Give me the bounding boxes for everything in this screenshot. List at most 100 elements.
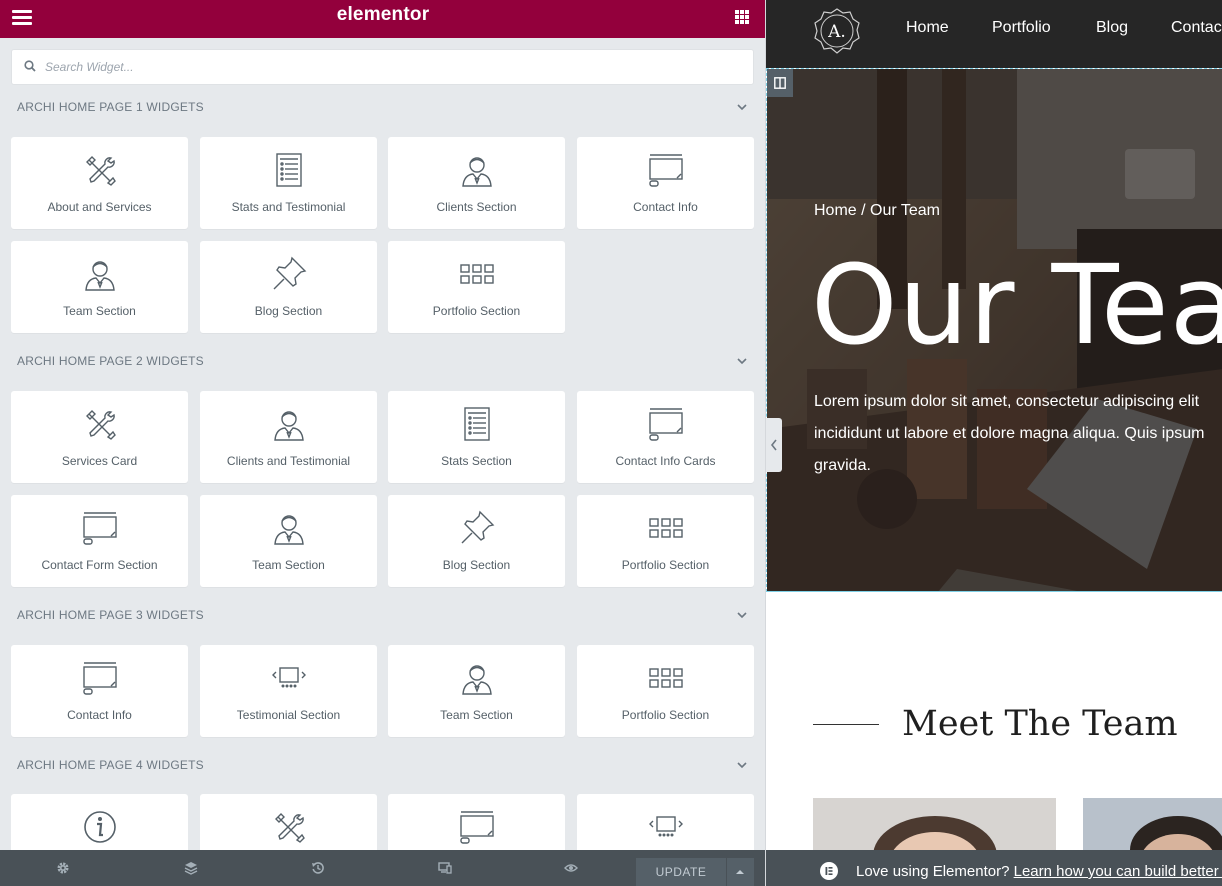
panel-header: elementor bbox=[0, 0, 765, 38]
columns-icon bbox=[774, 77, 786, 89]
person-icon bbox=[270, 405, 308, 443]
widget-label: Contact Info bbox=[67, 708, 132, 722]
person-icon bbox=[270, 509, 308, 547]
search-box bbox=[11, 49, 754, 85]
widget-tile[interactable]: Portfolio Section bbox=[388, 241, 565, 333]
team-member-photo bbox=[1083, 798, 1222, 858]
widget-label: Contact Info Cards bbox=[615, 454, 716, 468]
history-button[interactable] bbox=[255, 850, 381, 886]
settings-button[interactable] bbox=[0, 850, 126, 886]
section-title: Meet The Team bbox=[902, 704, 1178, 744]
devices-icon bbox=[438, 862, 452, 874]
hero-section[interactable]: Home / Our Team Our Team Lorem ipsum dol… bbox=[766, 68, 1222, 592]
notice-link[interactable]: Learn how you can build better s bbox=[1014, 863, 1222, 880]
widget-tile[interactable]: Contact Info Cards bbox=[577, 391, 754, 483]
widget-tile[interactable]: Clients and Testimonial bbox=[200, 391, 377, 483]
update-button[interactable]: UPDATE bbox=[636, 858, 726, 886]
hero-text-line: incididunt ut labore et dolore magna ali… bbox=[814, 425, 1205, 442]
widget-label: Portfolio Section bbox=[621, 708, 710, 722]
form-icon bbox=[458, 808, 496, 846]
heading-divider bbox=[813, 724, 879, 725]
category-title[interactable]: ARCHI HOME PAGE 4 WIDGETS bbox=[17, 758, 204, 772]
chevron-down-icon[interactable] bbox=[736, 356, 748, 366]
widget-label: Stats Section bbox=[441, 454, 512, 468]
form-icon bbox=[81, 659, 119, 697]
widget-tile[interactable]: Contact Info bbox=[11, 645, 188, 737]
widget-label: Contact Info bbox=[633, 200, 698, 214]
tools-icon bbox=[81, 405, 119, 443]
person-icon bbox=[81, 255, 119, 293]
widget-tile[interactable]: Portfolio Section bbox=[577, 645, 754, 737]
widget-label: Blog Section bbox=[254, 304, 323, 318]
site-logo-text: A. bbox=[827, 22, 846, 42]
page-preview: A. Home Portfolio Blog Contact Home / Ou… bbox=[766, 0, 1222, 886]
update-options-button[interactable] bbox=[727, 858, 754, 886]
form-icon bbox=[647, 405, 685, 443]
hero-text-line: Lorem ipsum dolor sit amet, consectetur … bbox=[814, 393, 1200, 410]
layers-icon bbox=[184, 862, 198, 875]
widget-label: Blog Section bbox=[442, 558, 511, 572]
nav-blog[interactable]: Blog bbox=[1096, 19, 1128, 37]
widgets-grid-icon[interactable] bbox=[735, 10, 749, 24]
gallery-icon bbox=[647, 659, 685, 697]
category-title[interactable]: ARCHI HOME PAGE 3 WIDGETS bbox=[17, 608, 204, 622]
widget-tile[interactable]: Blog Section bbox=[200, 241, 377, 333]
person-icon bbox=[458, 659, 496, 697]
form-icon bbox=[81, 509, 119, 547]
widget-tile[interactable]: Clients Section bbox=[388, 137, 565, 229]
search-icon bbox=[24, 60, 36, 72]
navigator-button[interactable] bbox=[128, 850, 254, 886]
site-logo[interactable]: A. bbox=[814, 8, 860, 54]
widget-tile[interactable]: Contact Info bbox=[577, 137, 754, 229]
elementor-panel: elementor ARCHI HOME PAGE 1 WIDGETS ARCH… bbox=[0, 0, 766, 886]
widget-label: Clients Section bbox=[436, 200, 517, 214]
form-icon bbox=[647, 151, 685, 189]
slider-icon bbox=[647, 808, 685, 846]
elementor-icon bbox=[820, 862, 838, 880]
chevron-down-icon[interactable] bbox=[736, 610, 748, 620]
chevron-down-icon[interactable] bbox=[736, 102, 748, 112]
search-widget-input[interactable] bbox=[45, 50, 735, 84]
widget-tile[interactable]: About and Services bbox=[11, 137, 188, 229]
nav-portfolio[interactable]: Portfolio bbox=[992, 19, 1051, 37]
widget-tile[interactable]: Team Section bbox=[388, 645, 565, 737]
widget-label: Team Section bbox=[440, 708, 513, 722]
elementor-notice-bar: Love using Elementor? Learn how you can … bbox=[766, 850, 1222, 886]
widget-tile[interactable]: Testimonial Section bbox=[200, 645, 377, 737]
widget-tile[interactable]: Team Section bbox=[11, 241, 188, 333]
gallery-icon bbox=[647, 509, 685, 547]
nav-home[interactable]: Home bbox=[906, 19, 949, 37]
widget-tile[interactable]: Blog Section bbox=[388, 495, 565, 587]
info-icon bbox=[81, 808, 119, 846]
widget-label: Stats and Testimonial bbox=[231, 200, 346, 214]
widget-label: About and Services bbox=[47, 200, 152, 214]
category-title[interactable]: ARCHI HOME PAGE 2 WIDGETS bbox=[17, 354, 204, 368]
widget-tile[interactable]: Portfolio Section bbox=[577, 495, 754, 587]
chevron-down-icon[interactable] bbox=[736, 760, 748, 770]
history-icon bbox=[312, 862, 324, 874]
breadcrumb[interactable]: Home / Our Team bbox=[814, 202, 940, 220]
preview-button[interactable] bbox=[508, 850, 634, 886]
widget-tile[interactable]: Stats Section bbox=[388, 391, 565, 483]
hero-description: Lorem ipsum dolor sit amet, consectetur … bbox=[814, 386, 1222, 482]
nav-contact[interactable]: Contact bbox=[1171, 19, 1222, 37]
page-title: Our Team bbox=[811, 241, 1222, 369]
widget-tile[interactable]: Stats and Testimonial bbox=[200, 137, 377, 229]
widget-tile[interactable]: Services Card bbox=[11, 391, 188, 483]
team-member-photo bbox=[813, 798, 1056, 858]
notice-message: Love using Elementor? bbox=[856, 863, 1010, 880]
widget-tile[interactable]: Team Section bbox=[200, 495, 377, 587]
elementor-logo: elementor bbox=[336, 4, 430, 25]
chevron-left-icon bbox=[770, 439, 777, 451]
pin-icon bbox=[458, 509, 496, 547]
collapse-panel-button[interactable] bbox=[766, 418, 782, 472]
widget-tile[interactable]: Contact Form Section bbox=[11, 495, 188, 587]
site-navbar: A. Home Portfolio Blog Contact bbox=[766, 0, 1222, 68]
person-icon bbox=[458, 151, 496, 189]
edit-section-handle[interactable] bbox=[767, 69, 793, 97]
widget-label: Clients and Testimonial bbox=[226, 454, 351, 468]
widget-label: Portfolio Section bbox=[621, 558, 710, 572]
gear-icon bbox=[57, 862, 69, 874]
responsive-mode-button[interactable] bbox=[382, 850, 508, 886]
category-title[interactable]: ARCHI HOME PAGE 1 WIDGETS bbox=[17, 100, 204, 114]
